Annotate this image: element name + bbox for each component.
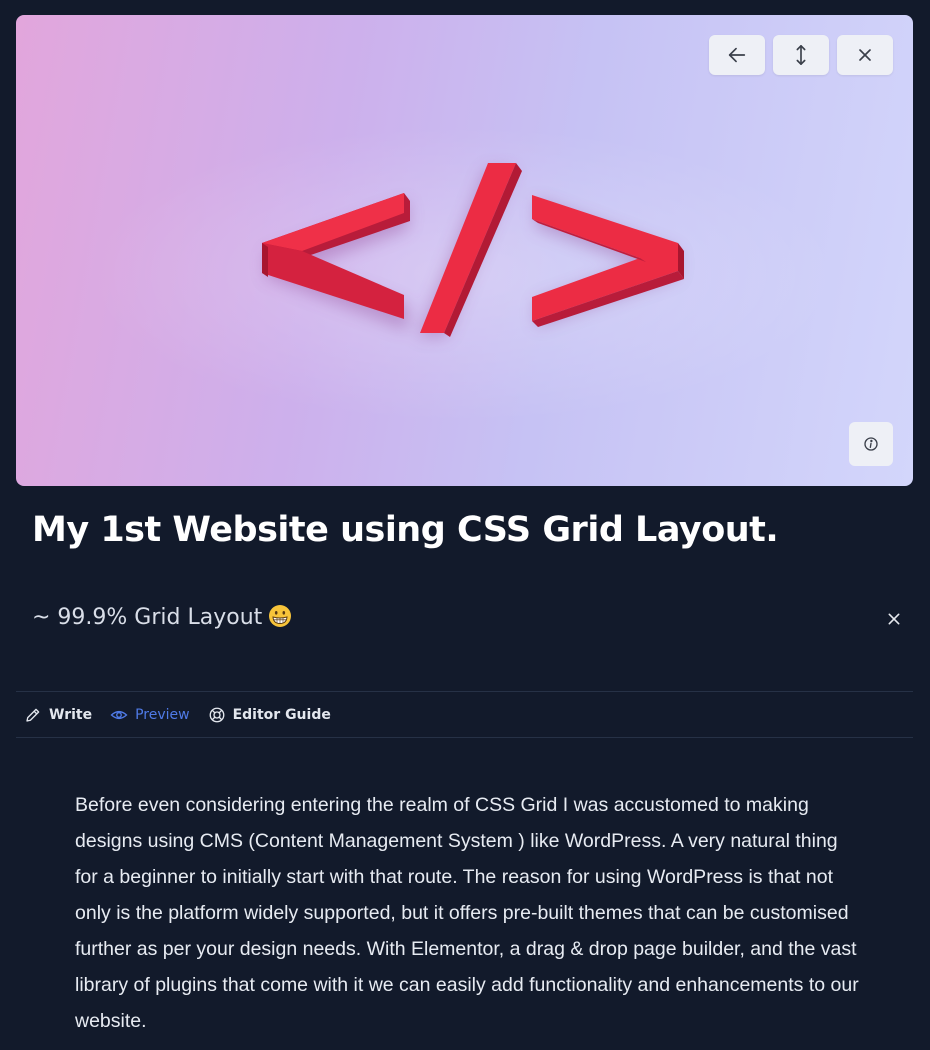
image-info-button[interactable] [849, 422, 893, 466]
article-subtitle[interactable]: ~ 99.9% Grid Layout [32, 604, 292, 630]
clear-subtitle-button[interactable] [882, 607, 906, 631]
article-body: Before even considering entering the rea… [75, 794, 859, 1032]
cover-image [16, 15, 913, 486]
tab-editor-guide[interactable]: Editor Guide [208, 706, 331, 724]
info-icon [864, 437, 878, 451]
vertical-resize-icon [796, 45, 806, 65]
tab-write-label: Write [49, 706, 93, 723]
tab-write[interactable]: Write [24, 706, 92, 724]
arrow-left-icon [728, 47, 746, 63]
grinning-face-icon [269, 605, 292, 627]
eye-icon [110, 710, 128, 719]
lifebuoy-icon [209, 707, 225, 722]
pencil-icon [26, 708, 40, 722]
article-editor-preview: My 1st Website using CSS Grid Layout. ~ … [0, 0, 930, 1050]
code-symbol-image [262, 163, 684, 337]
tab-editor-guide-label: Editor Guide [232, 706, 331, 723]
close-icon [888, 613, 900, 625]
article-title[interactable]: My 1st Website using CSS Grid Layout. [32, 510, 779, 550]
subtitle-text: ~ 99.9% Grid Layout [32, 605, 263, 630]
close-icon [859, 49, 871, 61]
resize-button[interactable] [773, 35, 829, 75]
back-button[interactable] [709, 35, 765, 75]
tab-preview-label: Preview [135, 706, 190, 723]
tab-preview[interactable]: Preview [110, 706, 190, 724]
editor-tabs: Write Preview Editor Guide [16, 691, 913, 738]
remove-cover-button[interactable] [837, 35, 893, 75]
